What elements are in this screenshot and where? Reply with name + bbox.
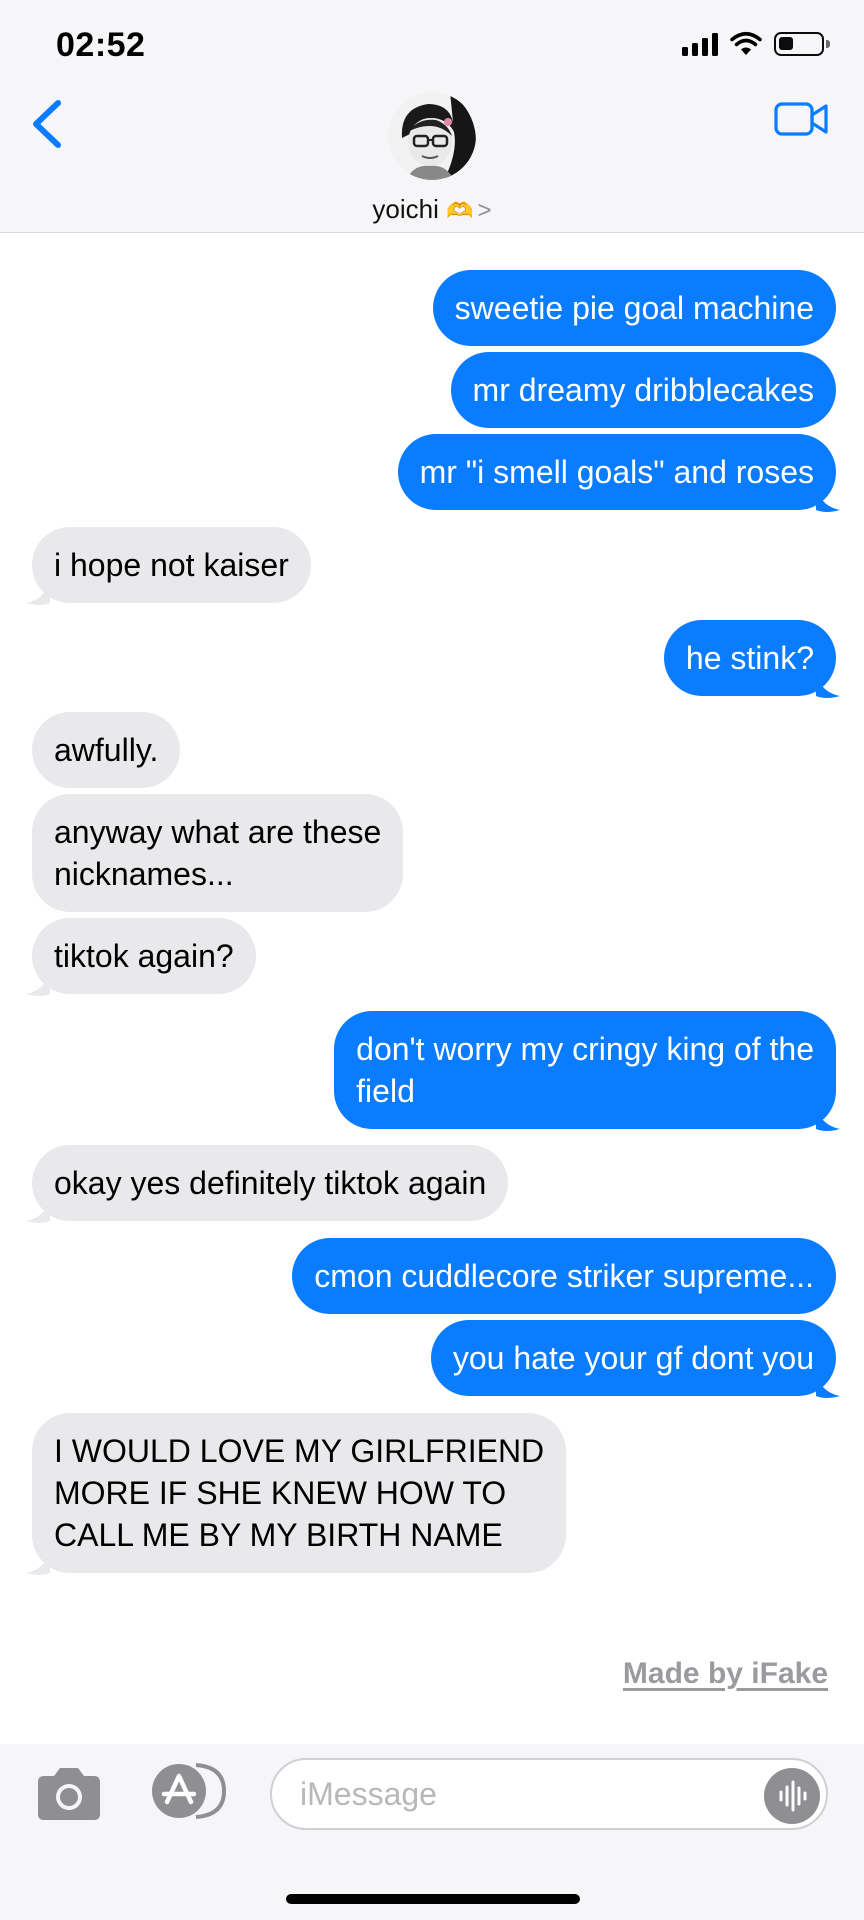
wifi-icon [730,31,762,55]
sent-message-bubble[interactable]: he stink? [663,620,836,696]
back-button[interactable] [28,96,72,152]
received-message-bubble[interactable]: okay yes definitely tiktok again [32,1145,509,1221]
sent-message-bubble[interactable]: mr "i smell goals" and roses [397,434,836,510]
sent-message-bubble[interactable]: don't worry my cringy king of the field [334,1011,836,1129]
message-row: you hate your gf dont you [0,1320,864,1398]
message-row: don't worry my cringy king of the field [0,1011,864,1131]
battery-icon [774,32,830,56]
message-row: i hope not kaiser [0,527,864,605]
contact-avatar[interactable] [388,92,476,180]
audio-waveform-icon [779,1780,807,1812]
sent-bubble-tail [816,672,840,698]
app-store-icon [152,1763,227,1819]
facetime-video-button[interactable] [774,100,830,138]
message-input-bar [0,1744,864,1920]
received-bubble-tail [26,1197,50,1223]
received-bubble-tail [26,579,50,605]
camera-icon [38,1768,100,1820]
message-row: mr "i smell goals" and roses [0,434,864,512]
received-message-bubble[interactable]: I WOULD LOVE MY GIRLFRIEND MORE IF SHE K… [32,1413,567,1573]
received-bubble-tail [26,970,50,996]
messages-screen: 02:52 yoichi 🫶 > sweetie pie goal machin… [0,0,864,1920]
received-message-bubble[interactable]: awfully. [32,712,181,788]
received-bubble-tail [26,1549,50,1575]
message-row: okay yes definitely tiktok again [0,1145,864,1223]
sent-bubble-tail [816,1105,840,1131]
status-time: 02:52 [56,26,146,64]
audio-message-button[interactable] [764,1768,820,1824]
back-chevron-icon [33,100,61,148]
camera-button[interactable] [34,1766,104,1822]
message-row: cmon cuddlecore striker supreme... [0,1238,864,1314]
conversation-header: 02:52 yoichi 🫶 > [0,0,864,233]
message-row: he stink? [0,620,864,698]
message-row: mr dreamy dribblecakes [0,352,864,428]
app-store-button[interactable] [146,1762,228,1820]
ifake-watermark[interactable]: Made by iFake [623,1657,828,1691]
sent-message-bubble[interactable]: cmon cuddlecore striker supreme... [292,1238,836,1314]
received-message-bubble[interactable]: tiktok again? [32,918,256,994]
sent-message-bubble[interactable]: you hate your gf dont you [430,1320,836,1396]
message-row: tiktok again? [0,918,864,996]
heart-hands-icon: 🫶 [446,198,474,223]
avatar-image [388,92,476,180]
cellular-signal-icon [682,32,718,56]
message-row: anyway what are these nicknames... [0,794,864,912]
status-icons [682,28,830,60]
sent-bubble-tail [816,1372,840,1398]
received-message-bubble[interactable]: anyway what are these nicknames... [32,794,404,912]
sent-bubble-tail [816,486,840,512]
sent-message-bubble[interactable]: sweetie pie goal machine [432,270,836,346]
received-message-bubble[interactable]: i hope not kaiser [32,527,311,603]
contact-name-button[interactable]: yoichi 🫶 > [0,194,864,225]
message-row: sweetie pie goal machine [0,270,864,346]
message-row: I WOULD LOVE MY GIRLFRIEND MORE IF SHE K… [0,1413,864,1575]
video-camera-icon [774,102,828,136]
imessage-input[interactable] [270,1758,828,1830]
home-indicator[interactable] [286,1894,580,1904]
sent-message-bubble[interactable]: mr dreamy dribblecakes [450,352,836,428]
message-thread: sweetie pie goal machine mr dreamy dribb… [0,234,864,1744]
contact-name: yoichi [372,194,439,224]
chevron-right-icon: > [477,197,492,224]
message-row: awfully. [0,712,864,788]
